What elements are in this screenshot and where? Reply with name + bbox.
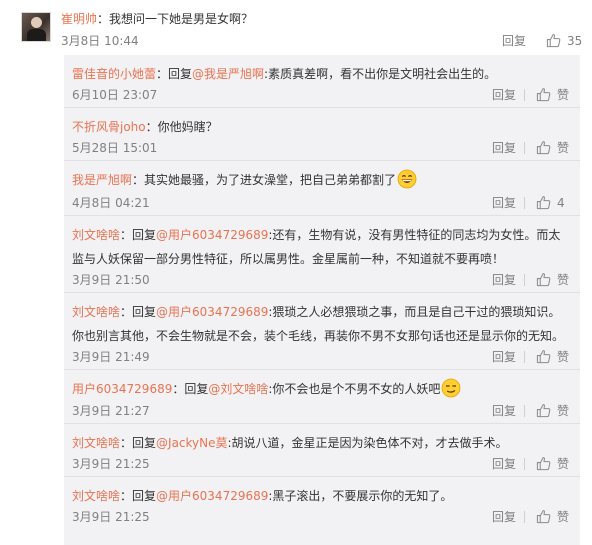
thumbs-up-icon xyxy=(536,196,551,210)
reply-mention[interactable]: @用户6034729689 xyxy=(156,305,268,319)
divider xyxy=(524,458,525,470)
reply-mention[interactable]: @用户6034729689 xyxy=(156,228,268,242)
top-comment-reply-button[interactable]: 回复 xyxy=(502,33,526,49)
thumbs-up-icon xyxy=(536,510,551,524)
like-button[interactable]: 赞 xyxy=(536,509,569,525)
thumbs-up-icon xyxy=(536,350,551,364)
reply-text: 刘文啥啥：回复@用户6034729689:黑子滚出，不要展示你的无知了。 xyxy=(72,489,453,503)
top-comment-username[interactable]: 崔明帅 xyxy=(61,12,97,26)
reply-mention[interactable]: @我是严旭啊 xyxy=(192,67,264,81)
divider xyxy=(524,197,525,209)
grin-emoji-icon xyxy=(397,169,417,189)
reply-button[interactable]: 回复 xyxy=(492,456,516,472)
divider xyxy=(524,351,525,363)
reply-text: 雷佳音的小她蕾：回复@我是严旭啊:素质真差啊，看不出你是文明社会出生的。 xyxy=(72,67,497,81)
avatar[interactable] xyxy=(21,12,51,42)
like-button[interactable]: 赞 xyxy=(536,272,569,288)
reply-time: 3月9日 21:25 xyxy=(72,457,150,471)
reply-button[interactable]: 回复 xyxy=(492,509,516,525)
top-comment-line: 崔明帅：我想问一下她是男是女啊？ xyxy=(61,10,253,28)
reply-username[interactable]: 刘文啥啥 xyxy=(72,228,120,242)
thumbs-up-icon xyxy=(536,141,551,155)
reply-time: 6月10日 23:07 xyxy=(72,88,158,102)
reply-username[interactable]: 我是严旭啊 xyxy=(72,173,132,187)
top-comment-time: 3月8日 10:44 xyxy=(61,34,139,48)
reply-item: 用户6034729689：回复@刘文啥啥:你不会也是个不男不女的人妖吧 3月9日… xyxy=(64,370,580,424)
like-button[interactable]: 赞 xyxy=(536,456,569,472)
reply-time: 3月9日 21:49 xyxy=(72,350,150,364)
top-comment: 崔明帅：我想问一下她是男是女啊？ 3月8日 10:44 回复 35 xyxy=(0,0,592,55)
thumbs-up-icon xyxy=(536,457,551,471)
reply-mention[interactable]: @JackyNe莫 xyxy=(156,436,227,450)
reply-button[interactable]: 回复 xyxy=(492,87,516,103)
reply-username[interactable]: 刘文啥啥 xyxy=(72,489,120,503)
like-button[interactable]: 赞 xyxy=(536,349,569,365)
reply-text: 我是严旭啊：其实她最骚，为了进女澡堂，把自己弟弟都割了 xyxy=(72,168,566,192)
reply-time: 3月9日 21:50 xyxy=(72,273,150,287)
like-button[interactable]: 4 xyxy=(536,195,565,211)
like-button[interactable]: 赞 xyxy=(536,87,569,103)
reply-mention[interactable]: @用户6034729689 xyxy=(156,489,268,503)
reply-button[interactable]: 回复 xyxy=(492,349,516,365)
divider xyxy=(524,274,525,286)
reply-username[interactable]: 雷佳音的小她蕾 xyxy=(72,67,156,81)
reply-item: 刘文啥啥：回复@用户6034729689:还有，生物有说，没有男性特征的同志均为… xyxy=(64,216,580,293)
reply-username[interactable]: 刘文啥啥 xyxy=(72,305,120,319)
reply-time: 3月9日 21:25 xyxy=(72,510,150,524)
reply-mention[interactable]: @刘文啥啥 xyxy=(208,382,268,396)
reply-item: 刘文啥啥：回复@JackyNe莫:胡说八道，金星正是因为染色体不对，才去做手术。… xyxy=(64,424,580,477)
reply-username[interactable]: 不折风骨joho xyxy=(72,120,146,134)
reply-text: 刘文啥啥：回复@JackyNe莫:胡说八道，金星正是因为染色体不对，才去做手术。 xyxy=(72,436,508,450)
reply-button[interactable]: 回复 xyxy=(492,140,516,156)
replies-panel: 雷佳音的小她蕾：回复@我是严旭啊:素质真差啊，看不出你是文明社会出生的。 6月1… xyxy=(64,55,580,545)
reply-item: 刘文啥啥：回复@用户6034729689:猥琐之人必想猥琐之事，而且是自己干过的… xyxy=(64,293,580,370)
top-comment-text: ：我想问一下她是男是女啊？ xyxy=(97,12,254,26)
reply-item: 刘文啥啥：回复@用户6034729689:黑子滚出，不要展示你的无知了。 3月9… xyxy=(64,477,580,545)
like-button[interactable]: 赞 xyxy=(536,140,569,156)
reply-button[interactable]: 回复 xyxy=(492,195,516,211)
reply-time: 3月9日 21:27 xyxy=(72,404,150,418)
smirk-emoji-icon xyxy=(442,378,461,398)
reply-item: 不折风骨joho：你他妈瞎？ 5月28日 15:01 回复 赞 xyxy=(64,108,580,161)
thumbs-up-icon xyxy=(536,404,551,418)
reply-time: 4月8日 04:21 xyxy=(72,196,150,210)
reply-text: 刘文啥啥：回复@用户6034729689:猥琐之人必想猥琐之事，而且是自己干过的… xyxy=(72,305,565,343)
reply-time: 5月28日 15:01 xyxy=(72,141,158,155)
reply-username[interactable]: 刘文啥啥 xyxy=(72,436,120,450)
reply-item: 雷佳音的小她蕾：回复@我是严旭啊:素质真差啊，看不出你是文明社会出生的。 6月1… xyxy=(64,55,580,108)
thumbs-up-icon xyxy=(536,273,551,287)
divider xyxy=(524,405,525,417)
reply-item: 我是严旭啊：其实她最骚，为了进女澡堂，把自己弟弟都割了 4月8日 04:21 回… xyxy=(64,161,580,216)
thumbs-up-icon xyxy=(536,88,551,102)
divider xyxy=(524,142,525,154)
reply-username[interactable]: 用户6034729689 xyxy=(72,382,172,396)
top-comment-like-button[interactable]: 35 xyxy=(546,33,582,49)
reply-text: 不折风骨joho：你他妈瞎？ xyxy=(72,120,218,134)
reply-button[interactable]: 回复 xyxy=(492,272,516,288)
reply-button[interactable]: 回复 xyxy=(492,403,516,419)
top-comment-like-count: 35 xyxy=(567,34,583,48)
divider xyxy=(524,511,525,523)
reply-text: 刘文啥啥：回复@用户6034729689:还有，生物有说，没有男性特征的同志均为… xyxy=(72,228,561,266)
thumbs-up-icon xyxy=(546,34,561,48)
reply-text: 用户6034729689：回复@刘文啥啥:你不会也是个不男不女的人妖吧 xyxy=(72,377,566,401)
like-button[interactable]: 赞 xyxy=(536,403,569,419)
divider xyxy=(524,89,525,101)
